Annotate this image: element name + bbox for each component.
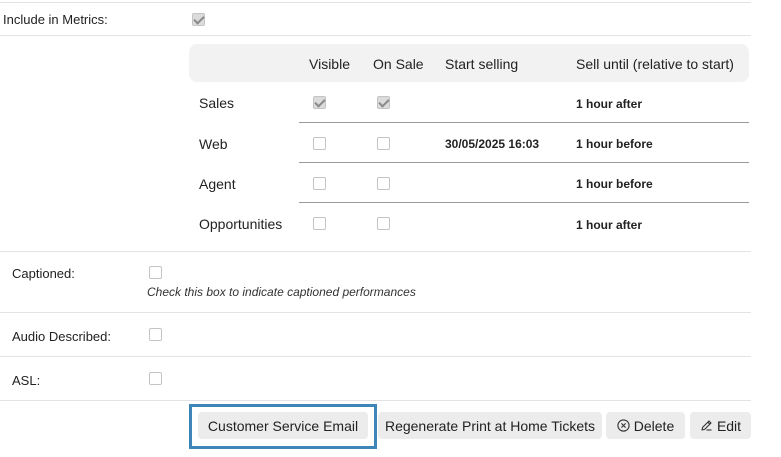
edit-label: Edit: [716, 417, 742, 434]
opportunities-on-sale-checkbox[interactable]: [377, 217, 390, 230]
delete-label: Delete: [633, 417, 675, 434]
divider: [0, 312, 751, 313]
close-circle-icon: [617, 419, 630, 432]
asl-checkbox[interactable]: [149, 372, 162, 385]
sales-sell-until: 1 hour after: [576, 97, 643, 111]
agent-visible-checkbox[interactable]: [313, 177, 326, 190]
include-metrics-label: Include in Metrics:: [3, 12, 108, 27]
include-metrics-checkbox[interactable]: [192, 13, 205, 26]
customer-service-email-label: Customer Service Email: [207, 417, 359, 434]
regenerate-tickets-label: Regenerate Print at Home Tickets: [384, 417, 596, 434]
sales-on-sale-checkbox[interactable]: [377, 96, 390, 109]
row-label-agent: Agent: [199, 176, 236, 192]
row-label-sales: Sales: [199, 95, 235, 111]
web-start-selling: 30/05/2025 16:03: [445, 137, 540, 151]
captioned-label: Captioned:: [12, 266, 75, 281]
asl-label: ASL:: [12, 373, 41, 388]
agent-sell-until: 1 hour before: [576, 177, 653, 191]
opportunities-sell-until: 1 hour after: [576, 218, 643, 232]
audio-described-checkbox[interactable]: [149, 328, 162, 341]
web-sell-until: 1 hour before: [576, 137, 653, 151]
sales-visible-checkbox[interactable]: [313, 96, 326, 109]
delete-button[interactable]: Delete: [606, 412, 685, 439]
edit-button[interactable]: Edit: [690, 412, 751, 439]
web-on-sale-checkbox[interactable]: [377, 137, 390, 150]
web-visible-checkbox[interactable]: [313, 137, 326, 150]
captioned-checkbox[interactable]: [149, 266, 162, 279]
header-sell-until: Sell until (relative to start): [576, 56, 734, 72]
captioned-hint: Check this box to indicate captioned per…: [147, 285, 416, 299]
opportunities-visible-checkbox[interactable]: [313, 217, 326, 230]
audio-described-label: Audio Described:: [12, 329, 111, 344]
header-start-selling: Start selling: [445, 56, 519, 72]
row-divider: [299, 122, 749, 123]
divider: [0, 356, 751, 357]
customer-service-email-button[interactable]: Customer Service Email: [198, 412, 368, 439]
header-visible: Visible: [309, 56, 350, 72]
divider: [0, 251, 751, 252]
pencil-icon: [700, 419, 713, 432]
regenerate-tickets-button[interactable]: Regenerate Print at Home Tickets: [378, 412, 602, 439]
row-label-web: Web: [199, 136, 228, 152]
row-divider: [299, 162, 749, 163]
row-divider: [299, 202, 749, 203]
row-label-opportunities: Opportunities: [199, 216, 283, 232]
header-on-sale: On Sale: [373, 56, 424, 72]
divider: [0, 2, 751, 3]
divider: [0, 35, 751, 36]
agent-on-sale-checkbox[interactable]: [377, 177, 390, 190]
divider: [0, 400, 751, 401]
